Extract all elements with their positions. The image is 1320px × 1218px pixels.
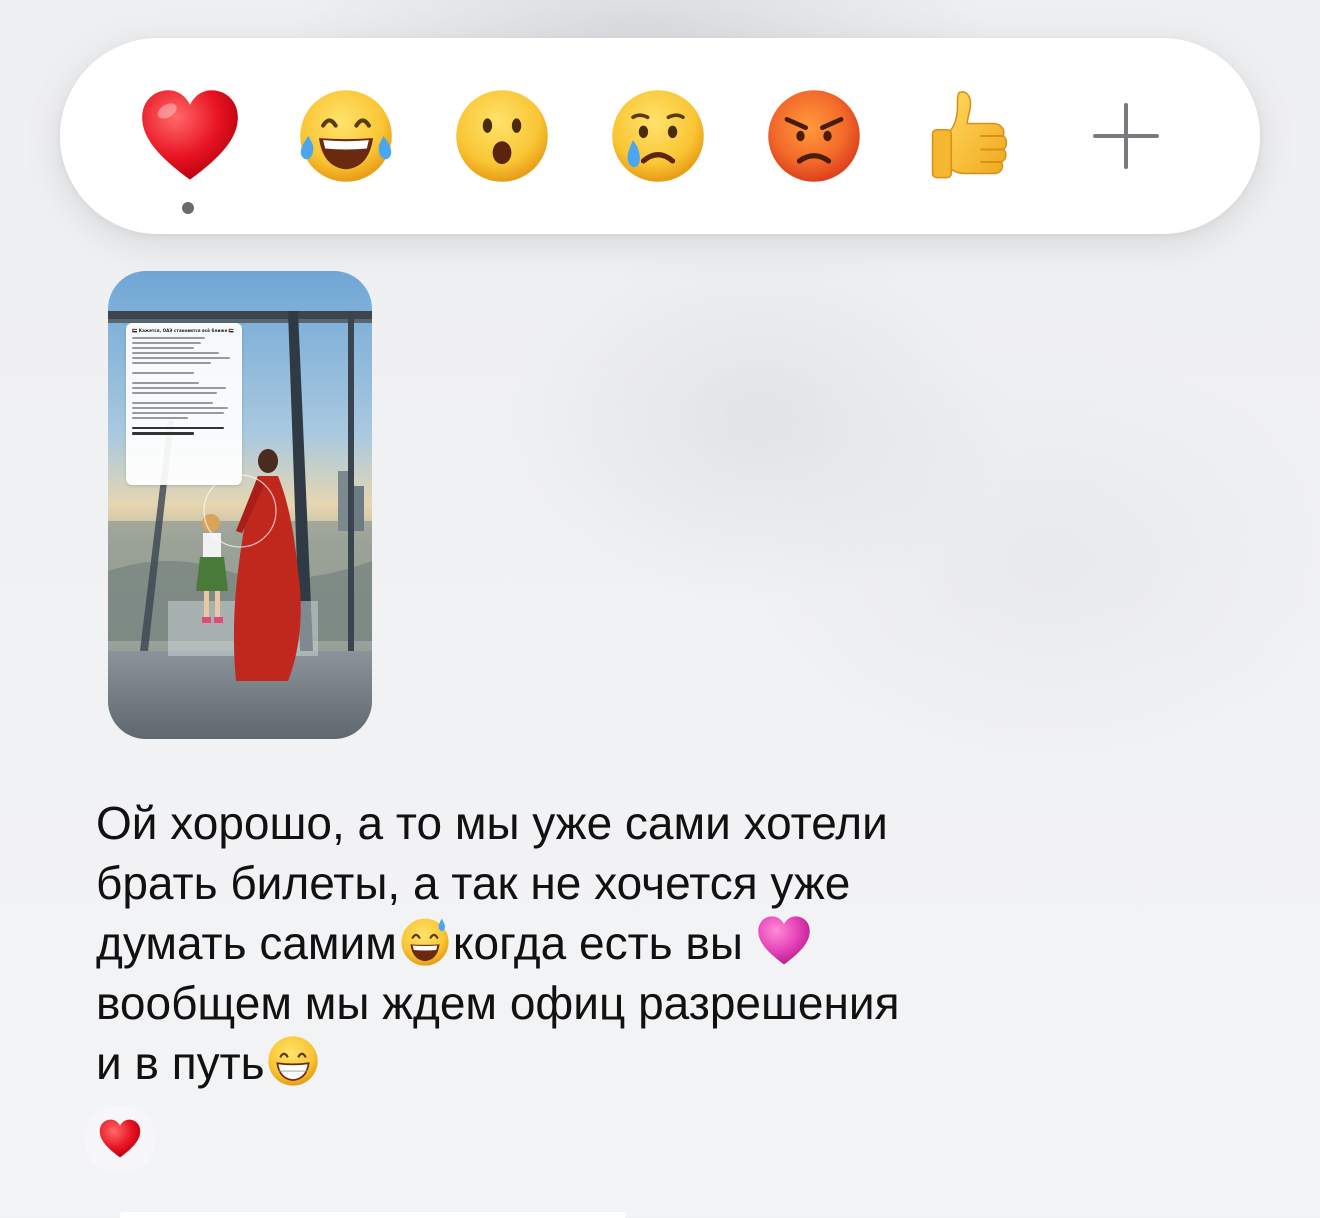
crying-face-icon xyxy=(612,90,704,182)
red-heart-icon xyxy=(142,90,238,180)
message-segment: думать самим xyxy=(96,917,397,969)
pink-heart-icon xyxy=(756,913,812,969)
pouting-face-icon xyxy=(768,90,860,182)
reaction-wow-button[interactable] xyxy=(446,80,558,192)
message-line: вообщем мы ждем офиц разрешения xyxy=(96,977,900,1029)
story-card-title: 🇦🇪 Кажется, ОАЭ становится всё ближе 🇦🇪 xyxy=(132,328,235,333)
message-line: брать билеты, а так не хочется уже xyxy=(96,857,851,909)
message-line: Ой хорошо, а то мы уже сами хотели xyxy=(96,797,888,849)
reaction-like-button[interactable] xyxy=(914,80,1026,192)
message-bubble-text: Ой хорошо, а то мы уже сами хотели брать… xyxy=(96,793,996,1093)
thumbs-up-icon xyxy=(931,91,1008,179)
reaction-angry-button[interactable] xyxy=(758,80,870,192)
message-segment: когда есть вы xyxy=(452,917,756,969)
beaming-face-icon xyxy=(265,1033,321,1089)
message-reaction-badge[interactable] xyxy=(84,1106,156,1172)
message-line: и в путь xyxy=(96,1033,996,1093)
shared-story-thumbnail[interactable]: 🇦🇪 Кажется, ОАЭ становится всё ближе 🇦🇪 xyxy=(108,271,372,739)
face-with-tears-of-joy-icon xyxy=(300,90,392,182)
reaction-laugh-button[interactable] xyxy=(290,80,402,192)
face-with-open-mouth-icon xyxy=(456,90,548,182)
more-reactions-button[interactable] xyxy=(1070,80,1182,192)
reaction-sad-button[interactable] xyxy=(602,80,714,192)
message-segment: и в путь xyxy=(96,1037,265,1089)
story-text-card: 🇦🇪 Кажется, ОАЭ становится всё ближе 🇦🇪 xyxy=(126,323,242,485)
selected-reaction-dot xyxy=(182,202,194,214)
message-line: думать самим когда есть вы xyxy=(96,913,996,973)
red-heart-icon xyxy=(99,1119,141,1158)
plus-icon xyxy=(1093,103,1159,169)
reaction-heart-button[interactable] xyxy=(134,80,246,192)
reaction-picker xyxy=(60,38,1260,234)
grinning-face-with-sweat-icon xyxy=(397,913,453,969)
next-element-edge xyxy=(120,1212,625,1218)
